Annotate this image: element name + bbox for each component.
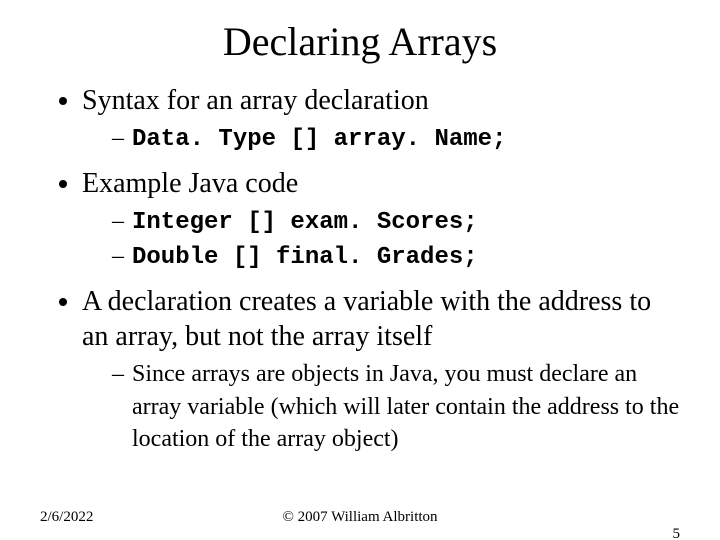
bullet-text: Syntax for an array declaration [82,85,429,116]
bullet-syntax: Syntax for an array declaration Data. Ty… [82,83,680,156]
footer: 2/6/2022 © 2007 William Albritton 5 [0,509,720,526]
footer-page-number: 5 [673,526,681,540]
bullet-text: A declaration creates a variable with th… [82,286,651,352]
sub-bullet: Integer [] exam. Scores; [112,205,680,239]
slide: Declaring Arrays Syntax for an array dec… [0,0,720,540]
footer-copyright: © 2007 William Albritton [40,509,680,526]
bullet-declaration: A declaration creates a variable with th… [82,284,680,455]
bullet-text: Example Java code [82,168,298,199]
slide-title: Declaring Arrays [40,18,680,65]
code-text: Integer [] exam. Scores; [132,209,478,236]
bullet-list: Syntax for an array declaration Data. Ty… [60,83,680,455]
sub-bullet: Data. Type [] array. Name; [112,122,680,156]
sub-text: Since arrays are objects in Java, you mu… [132,361,679,452]
footer-date: 2/6/2022 [40,509,93,526]
code-text: Double [] final. Grades; [132,244,478,271]
bullet-example: Example Java code Integer [] exam. Score… [82,166,680,274]
sub-bullet: Double [] final. Grades; [112,240,680,274]
code-text: Data. Type [] array. Name; [132,126,506,153]
sub-list: Data. Type [] array. Name; [112,122,680,156]
sub-bullet: Since arrays are objects in Java, you mu… [112,358,680,455]
sub-list: Since arrays are objects in Java, you mu… [112,358,680,455]
sub-list: Integer [] exam. Scores; Double [] final… [112,205,680,274]
